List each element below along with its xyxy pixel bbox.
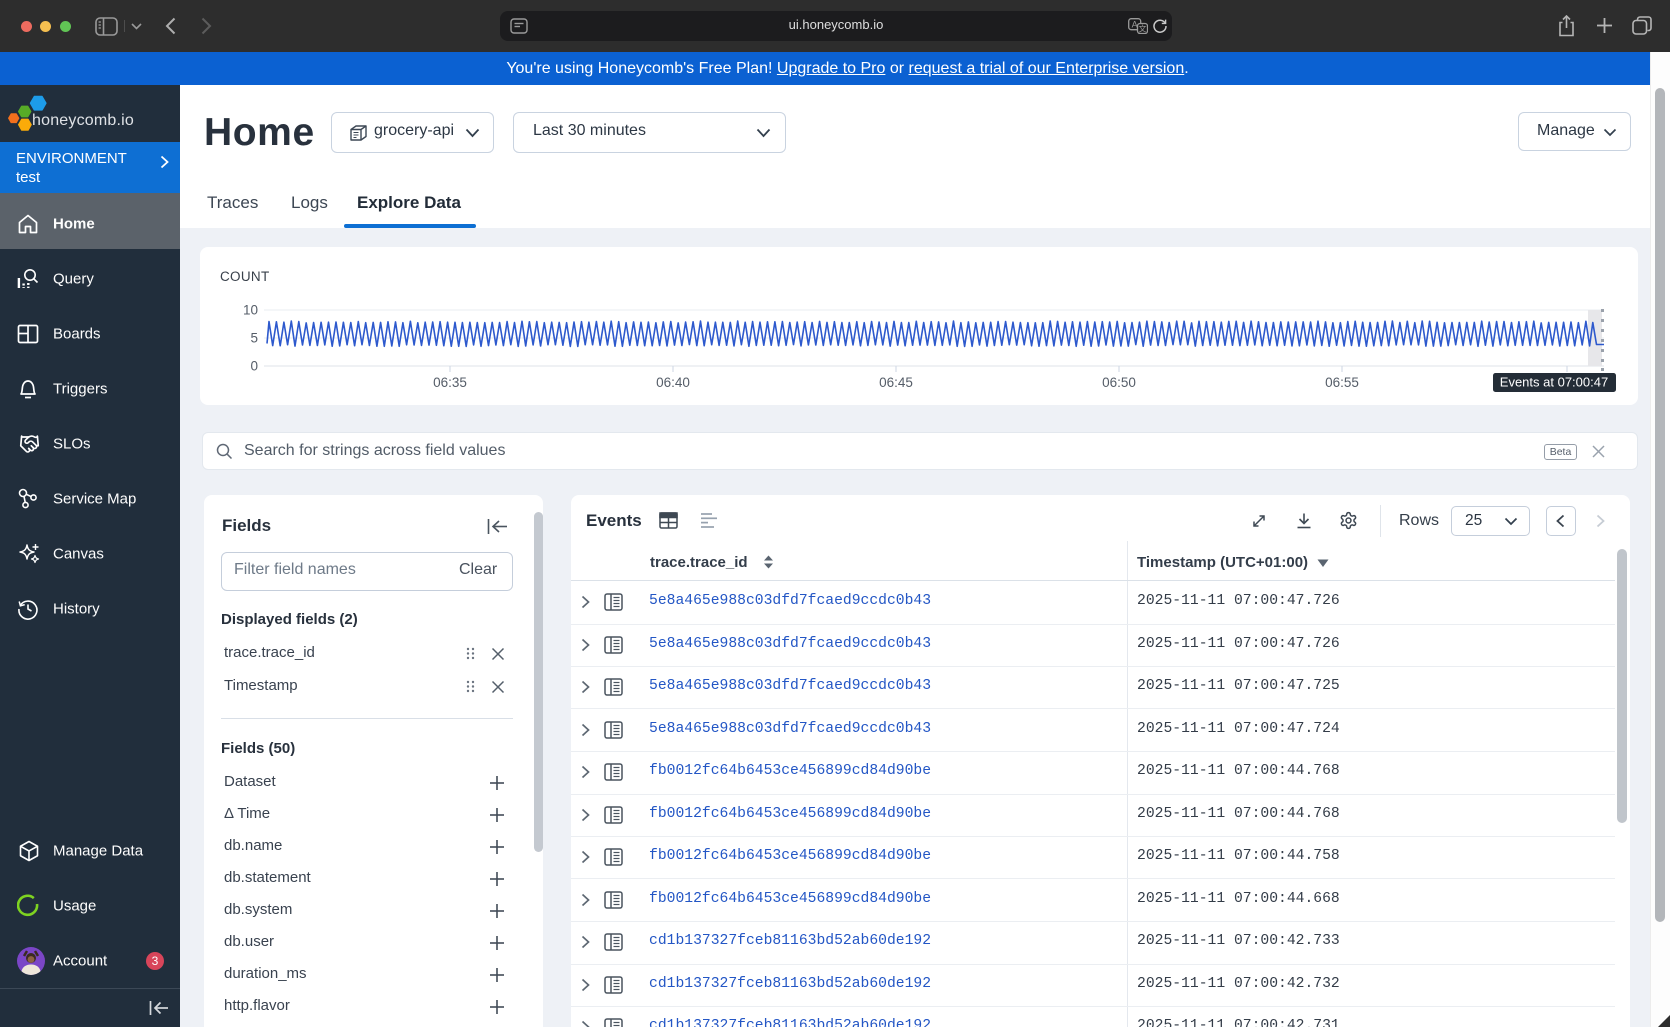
svg-text:10: 10 xyxy=(243,303,258,318)
svg-text:5: 5 xyxy=(250,331,258,346)
svg-text:06:45: 06:45 xyxy=(879,375,913,390)
svg-text:0: 0 xyxy=(250,359,258,374)
svg-text:06:50: 06:50 xyxy=(1102,375,1136,390)
svg-text:A: A xyxy=(1132,20,1138,30)
svg-text:06:40: 06:40 xyxy=(656,375,690,390)
svg-text:06:35: 06:35 xyxy=(433,375,467,390)
svg-text:Events at 07:00:47: Events at 07:00:47 xyxy=(1500,375,1608,390)
svg-text:06:55: 06:55 xyxy=(1325,375,1359,390)
svg-text:文: 文 xyxy=(1139,24,1147,34)
